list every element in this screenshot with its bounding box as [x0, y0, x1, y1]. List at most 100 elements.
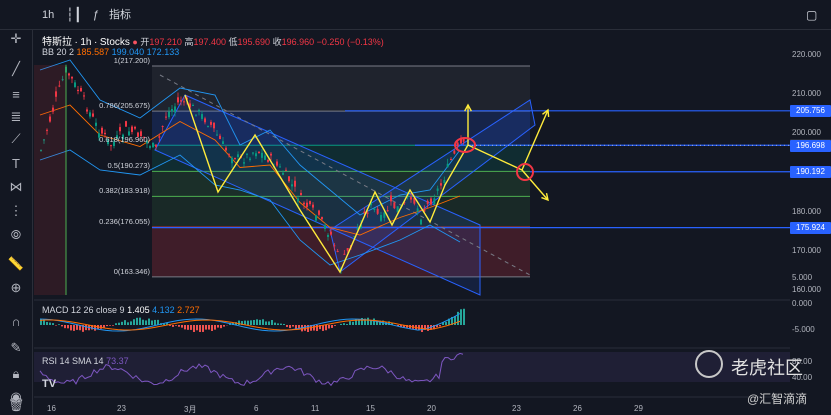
fib-level-label: 1(217.200) [113, 55, 150, 65]
ruler-icon[interactable]: 📏 [6, 255, 26, 273]
candle-body [390, 195, 392, 202]
time-axis-label: 23 [512, 404, 521, 413]
lock-icon[interactable]: 🔒︎ [6, 365, 26, 383]
magnet-icon[interactable]: ∩ [6, 312, 26, 330]
macd-histogram-bar [460, 309, 462, 325]
candlestick-icon[interactable]: ┆┃ [66, 6, 82, 24]
macd-histogram-bar [151, 320, 153, 325]
candle-body [279, 166, 281, 168]
macd-histogram-bar [208, 325, 210, 330]
drawing-toolbar: ✛ ╱ ≡ ≣ ⟋ T ⋈ ⋮ ⦾ 📏 ⊕ ∩ ✎ 🔒︎ ◉ 🗑 [0, 30, 33, 415]
macd-histogram-bar [46, 321, 48, 325]
time-axis-label: 11 [311, 404, 320, 413]
macd-histogram-bar [292, 325, 294, 327]
crosshair-icon[interactable]: ✛ [6, 30, 26, 48]
node-icon[interactable]: ⋈ [6, 178, 26, 196]
market-status-icon: ● [132, 37, 138, 47]
rsi-name: RSI 14 SMA 14 [42, 356, 104, 366]
forecast-icon[interactable]: ⋮ [6, 202, 26, 220]
time-axis-label: 29 [634, 404, 643, 413]
candle-body [380, 215, 382, 221]
candle-body [131, 126, 133, 132]
candle-body [83, 95, 85, 97]
time-axis-label: 6 [254, 404, 259, 413]
candle-body [312, 204, 314, 208]
candle-body [285, 169, 287, 171]
macd-histogram-bar [328, 325, 330, 329]
macd-histogram-bar [223, 325, 225, 327]
candle-body [125, 121, 127, 127]
macd-histogram-bar [340, 323, 342, 325]
eraser-icon[interactable]: ⦾ [6, 226, 26, 244]
candle-body [276, 161, 278, 166]
candle-body [158, 136, 161, 138]
candle-body [249, 158, 251, 160]
layout-icon[interactable]: ▢ [806, 6, 817, 24]
candle-body [440, 183, 442, 186]
price-tag: 205.756 [790, 104, 831, 117]
zoom-icon[interactable]: ⊕ [6, 279, 26, 297]
trash-icon[interactable]: 🗑 [6, 396, 26, 414]
candle-body [436, 188, 439, 191]
macd-histogram-bar [268, 321, 270, 325]
macd-histogram-bar [322, 325, 324, 331]
candle-body [456, 142, 459, 147]
lock-drawing-icon[interactable]: ✎ [6, 339, 26, 357]
macd-histogram-bar [136, 317, 138, 325]
macd-histogram-bar [181, 325, 183, 328]
macd-histogram-bar [280, 323, 282, 325]
candle-body [264, 155, 266, 160]
macd-histogram-bar [262, 319, 264, 325]
text-icon[interactable]: T [6, 154, 26, 172]
watermark-brand: 老虎社区 [731, 358, 803, 378]
candle-body [443, 180, 446, 183]
tradingview-logo: TV [42, 378, 57, 390]
candle-body [324, 225, 326, 229]
candle-body [225, 147, 227, 151]
candle-body [252, 152, 254, 154]
pattern-icon[interactable]: ⟋ [6, 130, 26, 148]
macd-histogram-bar [253, 319, 255, 325]
rsi-band [34, 352, 790, 382]
macd-name: MACD 12 26 close 9 [42, 305, 125, 315]
candle-body [433, 198, 436, 205]
candle-body [219, 135, 221, 140]
indicators-button[interactable]: 指标 [109, 6, 131, 24]
candle-body [306, 202, 308, 207]
macd-histogram-bar [112, 325, 114, 326]
macd-legend[interactable]: MACD 12 26 close 9 1.405 4.132 2.727 [42, 305, 200, 315]
macd-histogram-bar [196, 325, 198, 331]
macd-histogram-bar [277, 323, 279, 325]
macd-histogram-bar [250, 320, 252, 325]
close-value: 196.960 [281, 37, 315, 47]
interval-button[interactable]: 1h [42, 6, 54, 24]
candle-body [195, 114, 197, 116]
rsi-v1: 73.37 [106, 356, 129, 366]
candle-body [420, 219, 422, 225]
price-scale-label: 220.000 [792, 50, 821, 59]
rsi-legend[interactable]: RSI 14 SMA 14 73.37 [42, 356, 129, 366]
macd-histogram-bar [49, 322, 51, 325]
macd-histogram-bar [346, 324, 348, 325]
macd-histogram-bar [139, 317, 141, 325]
macd-histogram-bar [127, 322, 129, 325]
candle-body [309, 201, 311, 205]
horizontal-lines-icon[interactable]: ≡ [6, 85, 26, 103]
macd-histogram-bar [154, 319, 156, 325]
watermark: 老虎社区 @汇智滴滴 [695, 350, 820, 412]
macd-histogram-bar [118, 322, 120, 325]
channel-icon[interactable]: ≣ [6, 108, 26, 126]
candle-body [243, 162, 245, 164]
session-shade [34, 65, 66, 295]
macd-histogram-bar [220, 325, 222, 329]
candle-body [300, 192, 302, 196]
time-axis-label: 26 [573, 404, 582, 413]
trendline-icon[interactable]: ╱ [6, 60, 26, 78]
candle-body [446, 163, 449, 168]
macd-histogram-bar [445, 322, 447, 325]
macd-histogram-bar [70, 325, 72, 331]
fx-icon[interactable]: ƒ [93, 6, 99, 24]
macd-histogram-bar [334, 325, 336, 326]
candle-body [261, 152, 263, 158]
macd-histogram-bar [184, 325, 186, 330]
